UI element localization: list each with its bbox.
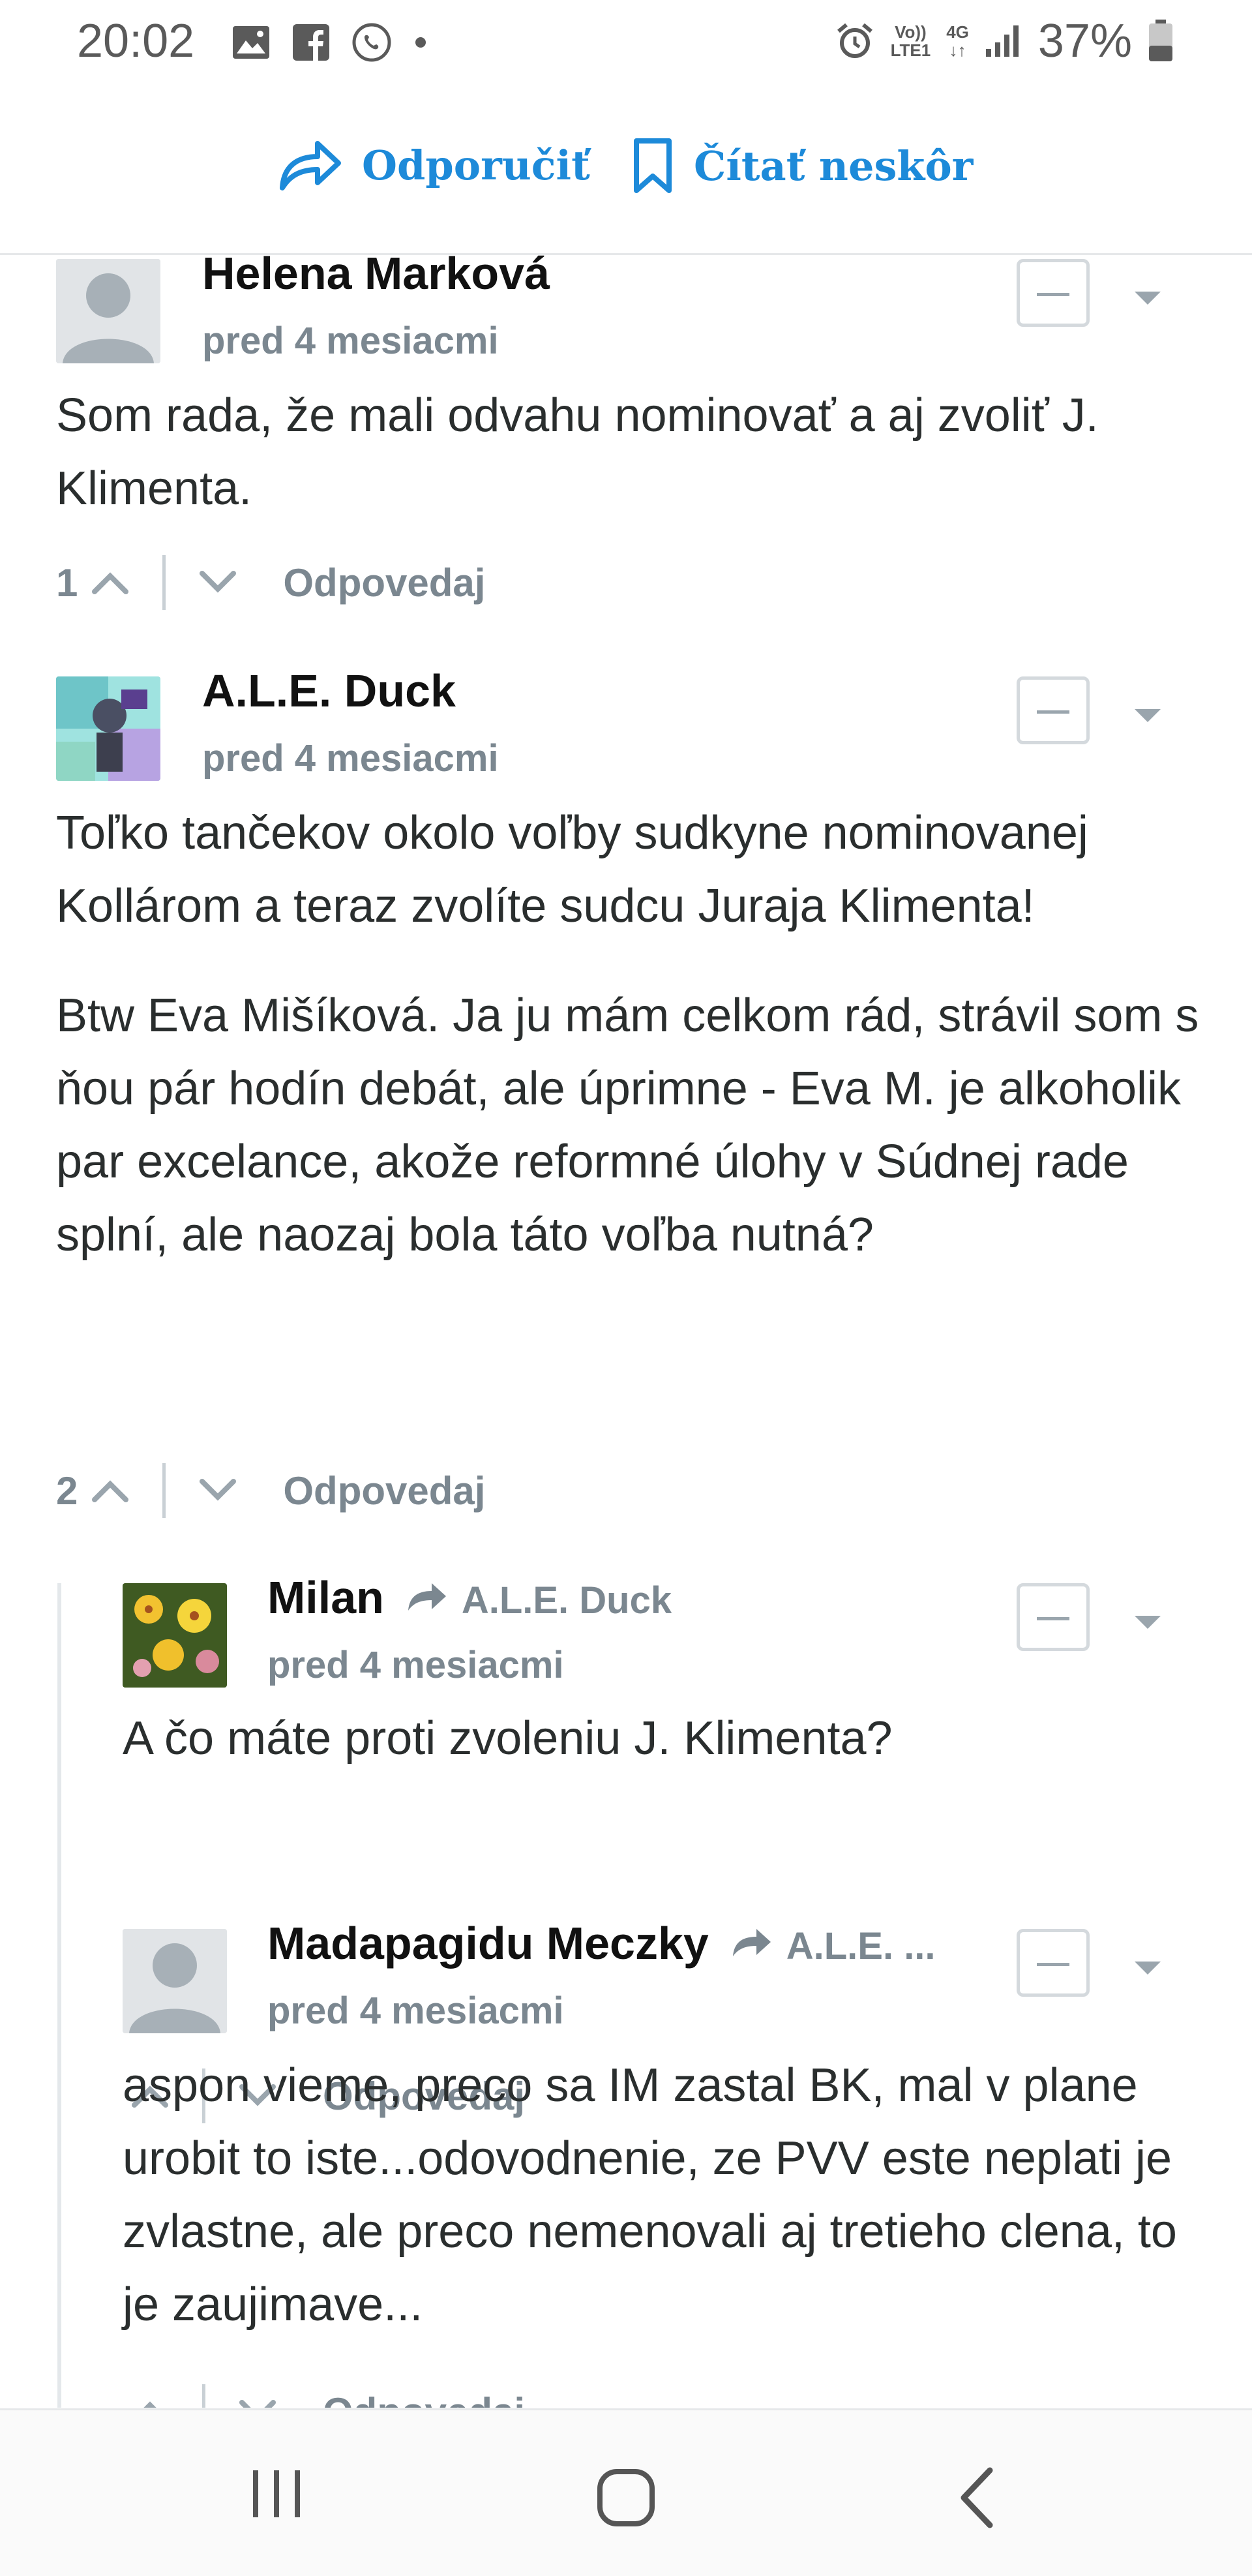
collapse-button[interactable]: [1017, 1583, 1090, 1651]
signal-icon: [985, 25, 1019, 57]
status-time: 20:02: [77, 15, 195, 67]
reply-button[interactable]: Odpovedaj: [323, 2389, 525, 2408]
volte-indicator: Vo)) LTE1: [890, 22, 931, 60]
reply-arrow-icon: [733, 1929, 771, 1956]
notification-icons: [231, 22, 427, 63]
upvote-icon[interactable]: [91, 569, 130, 596]
vote-count: 1: [56, 560, 78, 605]
bookmark-icon: [634, 138, 672, 193]
system-icons: Vo)) LTE1 4G ↓↑ 37%: [835, 14, 1174, 68]
vote-count: 2: [56, 1468, 78, 1513]
comment-body: Toľko tančekov okolo voľby sudkyne nomin…: [56, 796, 1217, 1308]
comment-author-line: Milan A.L.E. Duck: [267, 1571, 672, 1624]
comment-author[interactable]: A.L.E. Duck: [202, 665, 456, 717]
status-bar: 20:02 Vo)) LTE1 4G ↓↑ 37%: [0, 0, 1252, 91]
comment-time[interactable]: pred 4 mesiacmi: [267, 1989, 564, 2033]
comment-author[interactable]: Milan: [267, 1572, 384, 1623]
comments-list: Helena Marková pred 4 mesiacmi Som rada,…: [0, 255, 1252, 2408]
avatar[interactable]: [123, 1583, 227, 1688]
recent-apps-icon[interactable]: [248, 2468, 306, 2520]
comment-footer: 2 Odpovedaj: [56, 1463, 485, 1518]
comment-time[interactable]: pred 4 mesiacmi: [202, 736, 499, 780]
vote-separator: [162, 555, 166, 610]
default-avatar-icon: [123, 1929, 227, 2033]
reply-button[interactable]: Odpovedaj: [283, 1468, 485, 1513]
article-action-bar: Odporučiť Čítať neskôr: [0, 91, 1252, 255]
network-type-indicator: 4G ↓↑: [946, 22, 969, 60]
back-icon[interactable]: [957, 2466, 996, 2529]
battery-icon: [1149, 20, 1172, 61]
read-later-button[interactable]: Čítať neskôr: [631, 137, 973, 194]
comment-author[interactable]: Madapagidu Meczky: [267, 1918, 709, 1969]
reply-to-author[interactable]: A.L.E. Duck: [462, 1579, 672, 1622]
comment-body: A čo máte proti zvoleniu J. Klimenta?: [123, 1702, 1218, 1811]
upvote-icon[interactable]: [91, 1477, 130, 1504]
downvote-icon[interactable]: [238, 2399, 277, 2408]
options-caret-icon[interactable]: [1135, 1962, 1161, 1975]
comment-footer: Odpovedaj: [130, 2384, 525, 2408]
collapse-button[interactable]: [1017, 1929, 1090, 1997]
comment-paragraph: Som rada, že mali odvahu nominovať a aj …: [56, 389, 1099, 515]
reply-button[interactable]: Odpovedaj: [283, 560, 485, 605]
comment-time[interactable]: pred 4 mesiacmi: [267, 1643, 564, 1687]
collapse-button[interactable]: [1017, 676, 1090, 744]
upvote-icon[interactable]: [130, 2399, 170, 2408]
comment-author[interactable]: Helena Marková: [202, 255, 550, 299]
avatar[interactable]: [56, 259, 160, 363]
recommend-button[interactable]: Odporučiť: [277, 137, 590, 193]
flowers-avatar-image: [123, 1583, 227, 1688]
more-notifications-dot-icon: [415, 37, 426, 48]
battery-percent: 37%: [1037, 15, 1132, 67]
options-caret-icon[interactable]: [1135, 292, 1161, 305]
comment-paragraph: Btw Eva Mišíková. Ja ju mám celkom rád, …: [56, 990, 1199, 1261]
reply-to-author[interactable]: A.L.E. ...: [786, 1925, 936, 1967]
facebook-icon: [293, 24, 329, 61]
comment-body: Som rada, že mali odvahu nominovať a aj …: [56, 379, 1204, 562]
avatar[interactable]: [56, 676, 160, 781]
comment-author-line: Madapagidu Meczky A.L.E. ...: [267, 1917, 936, 1969]
comment-paragraph: Toľko tančekov okolo voľby sudkyne nomin…: [56, 807, 1088, 932]
comment-time[interactable]: pred 4 mesiacmi: [202, 319, 499, 363]
comment-paragraph: A čo máte proti zvoleniu J. Klimenta?: [123, 1712, 893, 1765]
default-avatar-icon: [56, 259, 160, 363]
gallery-icon: [233, 26, 269, 59]
share-arrow-icon: [280, 141, 341, 190]
android-navigation-bar: [0, 2408, 1252, 2576]
viber-icon: [352, 23, 391, 62]
comment-body: aspon vieme, preco sa IM zastal BK, mal …: [123, 2049, 1218, 2378]
reply-thread-line: [57, 1583, 61, 2408]
options-caret-icon[interactable]: [1135, 709, 1161, 722]
downvote-icon[interactable]: [198, 1477, 237, 1504]
comment-paragraph: aspon vieme, preco sa IM zastal BK, mal …: [123, 2059, 1177, 2331]
reply-arrow-icon: [408, 1583, 447, 1611]
recommend-label: Odporučiť: [362, 141, 590, 189]
vote-separator: [162, 1463, 166, 1518]
collapse-button[interactable]: [1017, 259, 1090, 327]
options-caret-icon[interactable]: [1135, 1616, 1161, 1629]
downvote-icon[interactable]: [198, 569, 237, 596]
avatar[interactable]: [123, 1929, 227, 2033]
comment-footer: 1 Odpovedaj: [56, 555, 485, 610]
alarm-icon: [837, 23, 872, 58]
read-later-label: Čítať neskôr: [694, 142, 974, 190]
duck-avatar-image: [56, 676, 160, 781]
home-icon[interactable]: [596, 2468, 656, 2528]
vote-separator: [202, 2384, 205, 2408]
